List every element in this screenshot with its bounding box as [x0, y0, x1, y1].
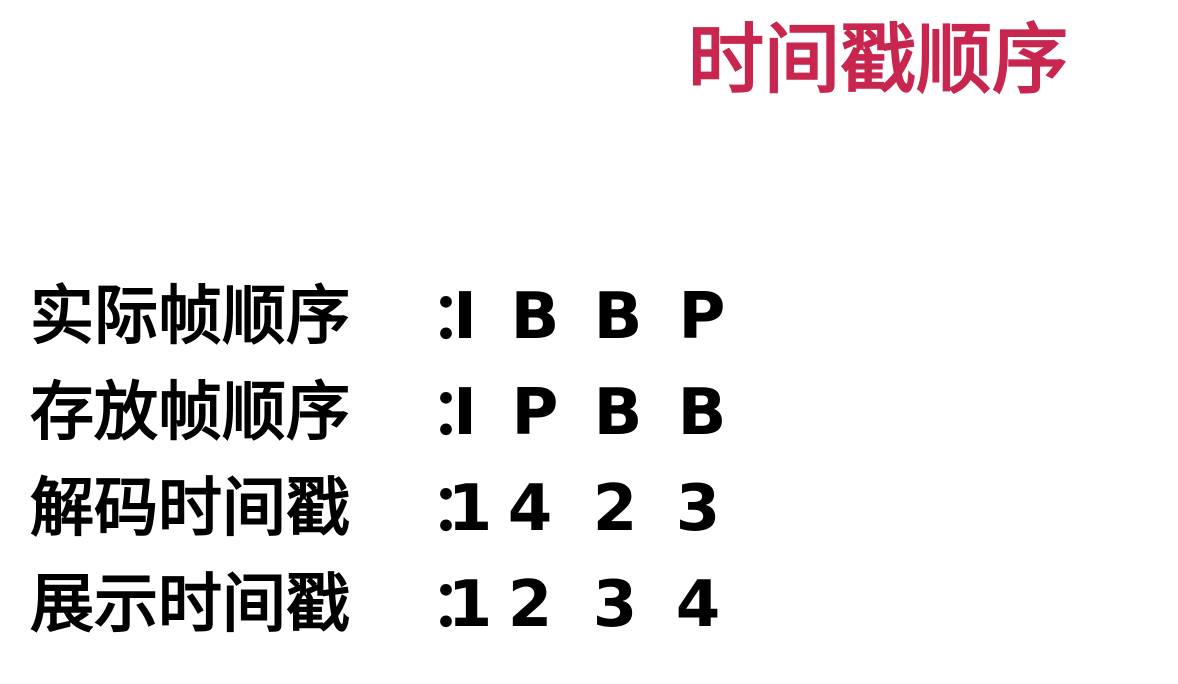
value-cell: P [511, 376, 559, 450]
value-cell: I [453, 280, 477, 354]
value-cell: 2 [592, 472, 638, 546]
value-cell: 1 [447, 568, 493, 642]
value-cell: 3 [592, 568, 638, 642]
value-cell: B [510, 280, 560, 354]
value-cell: 3 [675, 472, 721, 546]
value-cell: B [677, 376, 727, 450]
value-cell: 2 [507, 568, 553, 642]
row-label: 解码时间戳 [30, 472, 350, 546]
value-cell: I [453, 376, 477, 450]
value-cell: B [593, 376, 643, 450]
value-cell: B [593, 280, 643, 354]
row-label: 实际帧顺序 [30, 280, 350, 354]
value-cell: P [678, 280, 726, 354]
slide-title: 时间戳顺序 [688, 15, 1068, 104]
value-cell: 1 [447, 472, 493, 546]
row-label: 展示时间戳 [30, 568, 350, 642]
value-cell: 4 [507, 472, 553, 546]
row-label: 存放帧顺序 [30, 376, 350, 450]
value-cell: 4 [675, 568, 721, 642]
